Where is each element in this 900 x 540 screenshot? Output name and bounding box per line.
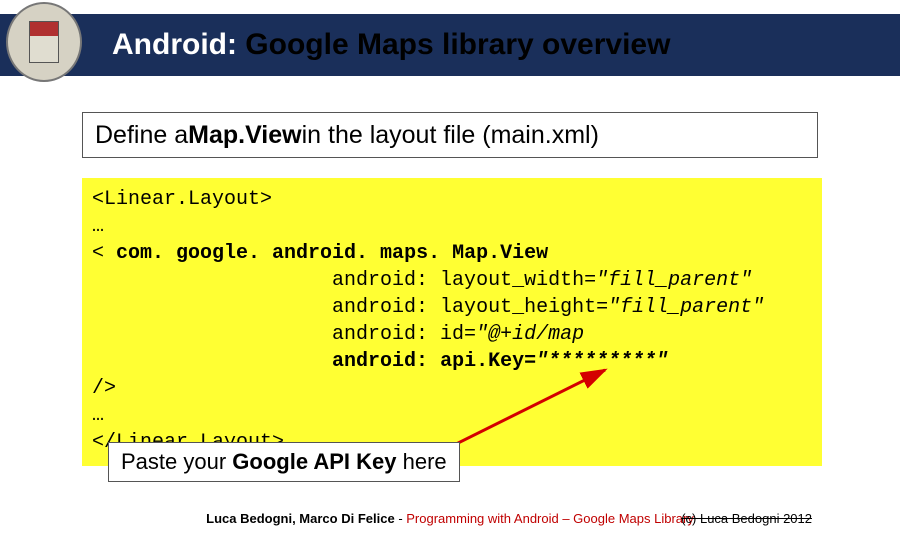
code-line-3: < com. google. android. maps. Map.View (92, 240, 812, 267)
university-seal-logo (6, 2, 82, 82)
code-line-1: <Linear.Layout> (92, 186, 812, 213)
code-line-6: android: id="@+id/map (92, 321, 812, 348)
slide-title: Android: Google Maps library overview (112, 28, 670, 62)
callout-bold: Google API Key (232, 449, 396, 474)
slide-header: Android: Google Maps library overview (0, 14, 900, 76)
code-line-9: … (92, 402, 812, 429)
code-line-7: android: api.Key="*********" (92, 348, 812, 375)
footer-authors: Luca Bedogni, Marco Di Felice (206, 511, 395, 526)
code-line-5: android: layout_height="fill_parent" (92, 294, 812, 321)
callout-box: Paste your Google API Key here (108, 442, 460, 482)
seal-emblem (29, 21, 59, 63)
callout-pre: Paste your (121, 449, 232, 474)
title-part-1: Android: (112, 28, 237, 61)
instruction-post: in the layout file (main.xml) (302, 121, 599, 150)
instruction-bold: Map.View (188, 121, 301, 150)
code-line-8: /> (92, 375, 812, 402)
callout-post: here (403, 449, 447, 474)
title-part-2: Google Maps library overview (237, 28, 670, 61)
footer-copyright-strike: (c) Luca Bedogni 2012 (681, 511, 812, 526)
footer-course: Programming with Android – Google Maps L… (406, 511, 694, 526)
code-line-4: android: layout_width="fill_parent" (92, 267, 812, 294)
code-block: <Linear.Layout> … < com. google. android… (82, 178, 822, 466)
code-line-2: … (92, 213, 812, 240)
instruction-pre: Define a (95, 121, 188, 150)
instruction-box: Define a Map.View in the layout file (ma… (82, 112, 818, 158)
